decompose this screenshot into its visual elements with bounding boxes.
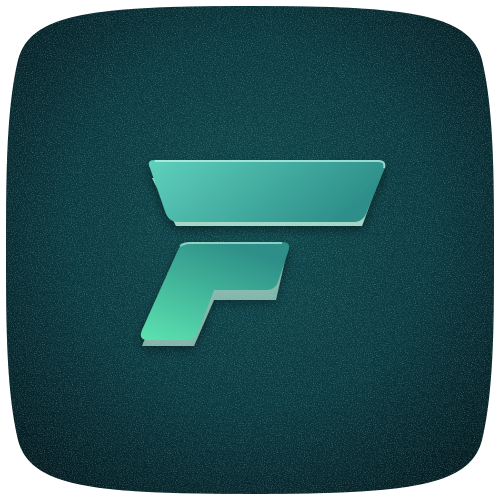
canvas (0, 0, 500, 500)
app-icon[interactable] (0, 0, 500, 500)
app-icon-graphic (6, 6, 494, 494)
f-logo-top-bar (148, 160, 386, 222)
